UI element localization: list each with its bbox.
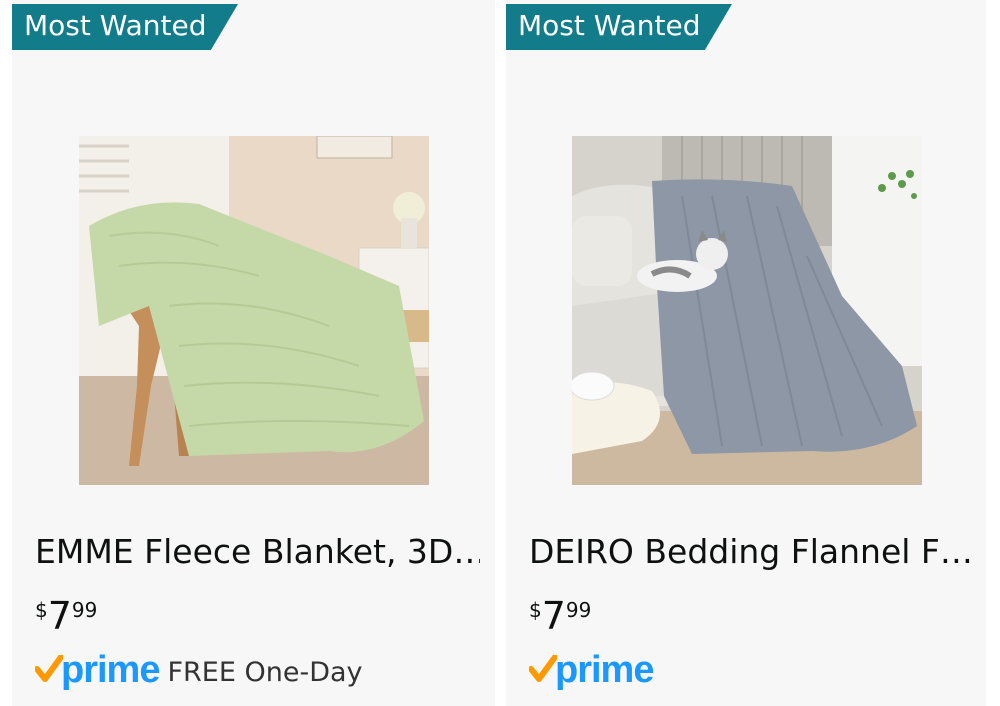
price-whole: 7 [541,594,566,638]
product-price: $799 [529,594,591,638]
most-wanted-badge: Most Wanted [12,4,238,50]
product-image[interactable] [572,136,922,485]
product-price: $799 [35,594,97,638]
prime-badge: prime [529,648,661,692]
product-title[interactable]: EMME Fleece Blanket, 3D… [35,532,480,571]
product-image[interactable] [79,136,429,485]
product-title[interactable]: DEIRO Bedding Flannel F… [529,532,974,571]
prime-check-icon [529,655,557,682]
price-currency: $ [529,598,542,622]
product-card[interactable]: Most Wanted EMME Fleece Blanket, 3D… $79… [12,0,495,706]
prime-check-icon [35,655,63,682]
prime-logo-text: prime [61,648,160,691]
product-card[interactable]: Most Wanted DEIRO Bedding Flannel F… $79… [506,0,986,706]
price-fraction: 99 [565,598,592,622]
price-fraction: 99 [71,598,98,622]
price-whole: 7 [47,594,72,638]
price-currency: $ [35,598,48,622]
prime-logo-text: prime [555,648,654,691]
shipping-text: FREE One-Day [167,656,363,688]
most-wanted-badge: Most Wanted [506,4,732,50]
prime-badge: prime FREE One-Day [35,648,363,692]
